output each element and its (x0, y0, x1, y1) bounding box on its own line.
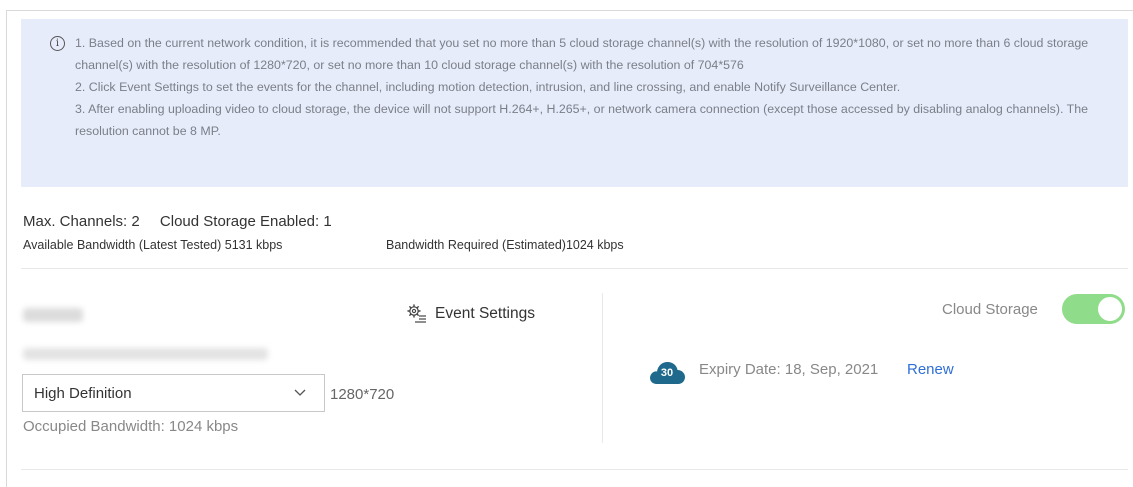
notice-panel: i 1. Based on the current network condit… (21, 19, 1128, 187)
renew-link[interactable]: Renew (907, 361, 954, 378)
divider-top (21, 268, 1128, 269)
notice-text: 1. Based on the current network conditio… (75, 32, 1120, 142)
expiry-date: Expiry Date: 18, Sep, 2021 (699, 361, 879, 378)
notice-line-1: 1. Based on the current network conditio… (75, 36, 1089, 72)
gear-list-icon (407, 304, 426, 323)
event-settings-label: Event Settings (435, 305, 535, 322)
notice-line-3: 3. After enabling uploading video to clo… (75, 102, 1088, 138)
max-channels: Max. Channels: 2 (23, 213, 140, 230)
info-icon: i (50, 36, 65, 51)
quality-select-value: High Definition (34, 385, 132, 402)
resolution-value: 1280*720 (330, 386, 395, 403)
notice-line-2: 2. Click Event Settings to set the event… (75, 80, 901, 94)
channel-name-redacted (23, 308, 83, 322)
occupied-bandwidth: Occupied Bandwidth: 1024 kbps (23, 418, 239, 435)
cloud-days-badge: 30 (660, 367, 674, 379)
chevron-down-icon (294, 389, 306, 396)
channel-summary: Max. Channels: 2 Cloud Storage Enabled: … (23, 213, 348, 230)
divider-bottom (21, 469, 1128, 470)
required-bandwidth: Bandwidth Required (Estimated)1024 kbps (386, 238, 624, 252)
cloud-storage-enabled-count: Cloud Storage Enabled: 1 (159, 213, 332, 230)
channel-detail-redacted (23, 348, 268, 360)
divider-vertical (602, 293, 603, 443)
available-bandwidth: Available Bandwidth (Latest Tested) 5131… (23, 238, 283, 252)
bandwidth-summary: Available Bandwidth (Latest Tested) 5131… (23, 238, 624, 252)
cloud-storage-toggle[interactable] (1062, 294, 1125, 324)
event-settings-button[interactable]: Event Settings (407, 302, 535, 326)
quality-select[interactable]: High Definition (22, 374, 325, 412)
cloud-icon: 30 (648, 359, 686, 385)
toggle-knob (1098, 297, 1122, 321)
cloud-storage-label: Cloud Storage (942, 301, 1038, 318)
